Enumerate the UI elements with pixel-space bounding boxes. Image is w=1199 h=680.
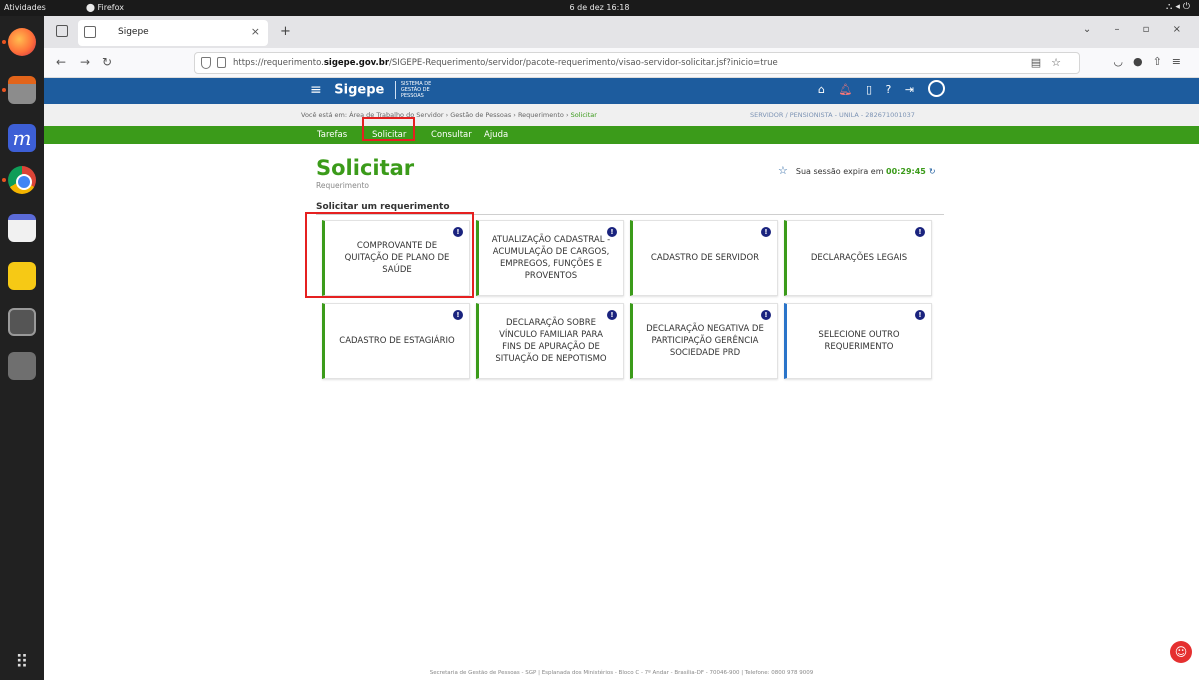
url-bar[interactable]: https://requerimento.sigepe.gov.br/SIGEP… xyxy=(194,52,1080,74)
hamburger-menu-icon[interactable]: ≡ xyxy=(1172,55,1191,68)
show-apps-icon[interactable]: ⠿ xyxy=(10,652,34,676)
info-icon[interactable]: ! xyxy=(761,310,771,320)
usb-drive-icon[interactable] xyxy=(8,308,36,336)
back-icon[interactable]: ← xyxy=(56,55,66,69)
card-label: CADASTRO DE SERVIDOR xyxy=(650,253,760,263)
trash-icon[interactable] xyxy=(8,352,36,380)
breadcrumb: Você está em: Área de Trabalho do Servid… xyxy=(301,111,597,119)
browser-tab-sigepe[interactable]: Sigepe × xyxy=(78,20,268,46)
info-icon[interactable]: ! xyxy=(453,310,463,320)
info-icon[interactable]: ! xyxy=(761,227,771,237)
card-label: SELECIONE OUTRO REQUERIMENTO xyxy=(818,330,900,352)
annotation-highlight-box xyxy=(305,212,474,298)
mendeley-icon[interactable]: m xyxy=(8,124,36,152)
info-icon[interactable]: ! xyxy=(607,227,617,237)
document-icon[interactable]: ▯ xyxy=(866,83,872,96)
reader-view-icon[interactable]: ▤ xyxy=(1031,56,1051,69)
user-avatar-icon[interactable] xyxy=(927,79,945,97)
card-atualizacao-cadastral[interactable]: ATUALIZAÇÃO CADASTRAL - ACUMULAÇÃO DE CA… xyxy=(476,220,624,296)
url-actions[interactable]: ▤☆ xyxy=(1031,56,1071,69)
firefox-icon[interactable] xyxy=(8,28,36,56)
page-footer: Secretaria de Gestão de Pessoas - SGP | … xyxy=(429,670,814,676)
url-text[interactable]: https://requerimento.sigepe.gov.br/SIGEP… xyxy=(233,58,778,68)
toolbar-right[interactable]: ◡●⇧≡ xyxy=(1113,55,1191,68)
browser-nav-bar: ← → ↻ https://requerimento.sigepe.gov.br… xyxy=(44,48,1199,78)
card-selecione-outro[interactable]: SELECIONE OUTRO REQUERIMENTO ! xyxy=(784,303,932,379)
tab-list-icon[interactable] xyxy=(56,25,68,37)
section-title: Solicitar um requerimento xyxy=(316,202,450,212)
logout-icon[interactable]: ⇥ xyxy=(905,83,914,96)
network-icon: ⛬ xyxy=(1166,2,1176,12)
menu-ajuda[interactable]: Ajuda xyxy=(484,130,508,140)
lock-icon[interactable] xyxy=(217,57,226,68)
power-icon: ⏻ xyxy=(1182,2,1193,12)
new-tab-button[interactable]: + xyxy=(280,24,291,39)
breadcrumb-bar: Você está em: Área de Trabalho do Servid… xyxy=(44,104,1199,126)
reload-icon[interactable]: ↻ xyxy=(102,55,112,69)
header-icons: ⌂ 🔔︎ ▯ ? ⇥ xyxy=(818,79,955,97)
card-label: CADASTRO DE ESTAGIÁRIO xyxy=(339,336,455,346)
annotation-highlight-box xyxy=(362,117,415,141)
running-indicator xyxy=(2,178,6,182)
forward-icon[interactable]: → xyxy=(80,55,90,69)
card-declaracao-nepotismo[interactable]: DECLARAÇÃO SOBRE VÍNCULO FAMILIAR PARA F… xyxy=(476,303,624,379)
refresh-session-icon[interactable]: ↻ xyxy=(929,167,936,176)
session-time: 00:29:45 xyxy=(886,167,926,176)
card-cadastro-estagiario[interactable]: CADASTRO DE ESTAGIÁRIO ! xyxy=(322,303,470,379)
system-tray[interactable]: ⛬◂⏻ xyxy=(1166,2,1193,12)
menu-icon[interactable]: ≡ xyxy=(310,82,322,98)
calendar-icon[interactable] xyxy=(8,214,36,242)
chat-assistant-icon[interactable]: ☺ xyxy=(1170,641,1192,663)
brand-subtitle: SISTEMA DE GESTÃO DE PESSOAS xyxy=(394,81,435,99)
session-timer: ☆ Sua sessão expira em 00:29:45 ↻ xyxy=(778,164,936,177)
card-label: DECLARAÇÕES LEGAIS xyxy=(810,253,908,263)
card-declaracoes-legais[interactable]: DECLARAÇÕES LEGAIS ! xyxy=(784,220,932,296)
info-icon[interactable]: ! xyxy=(607,310,617,320)
tracking-shield-icon[interactable] xyxy=(201,57,211,69)
menu-tarefas[interactable]: Tarefas xyxy=(317,130,347,140)
close-tab-icon[interactable]: × xyxy=(251,25,260,38)
chrome-icon[interactable] xyxy=(8,166,36,194)
calculator-icon[interactable] xyxy=(8,262,36,290)
card-cadastro-servidor[interactable]: CADASTRO DE SERVIDOR ! xyxy=(630,220,778,296)
system-clock[interactable]: 6 de dez 16:18 xyxy=(0,3,1199,12)
system-top-bar: Atividades ⬤ Firefox 6 de dez 16:18 ⛬◂⏻ xyxy=(0,0,1199,16)
browser-tab-bar: Sigepe × + ⌄ – ▫ × xyxy=(44,16,1199,48)
notification-bell-icon[interactable]: 🔔︎ xyxy=(838,83,852,96)
brand-name: Sigepe xyxy=(334,82,385,98)
tab-title: Sigepe xyxy=(118,27,149,37)
user-role[interactable]: SERVIDOR / PENSIONISTA - UNILA - 2826710… xyxy=(750,111,915,119)
files-icon[interactable] xyxy=(8,76,36,104)
favorite-star-icon[interactable]: ☆ xyxy=(778,164,788,177)
card-label: ATUALIZAÇÃO CADASTRAL - ACUMULAÇÃO DE CA… xyxy=(491,235,611,281)
card-declaracao-negativa[interactable]: DECLARAÇÃO NEGATIVA DE PARTICIPAÇÃO GERÊ… xyxy=(630,303,778,379)
volume-icon: ◂ xyxy=(1175,2,1183,12)
menu-consultar[interactable]: Consultar xyxy=(431,130,472,140)
home-icon[interactable]: ⌂ xyxy=(818,83,825,96)
session-label: Sua sessão expira em xyxy=(795,167,884,176)
account-icon[interactable]: ● xyxy=(1133,55,1153,68)
pocket-icon[interactable]: ◡ xyxy=(1113,55,1133,68)
info-icon[interactable]: ! xyxy=(915,227,925,237)
sigepe-logo[interactable]: ≡ Sigepe SISTEMA DE GESTÃO DE PESSOAS xyxy=(310,81,435,99)
dock: m ⠿ xyxy=(0,16,44,680)
sigepe-header: ≡ Sigepe SISTEMA DE GESTÃO DE PESSOAS ⌂ … xyxy=(44,78,1199,104)
info-icon[interactable]: ! xyxy=(915,310,925,320)
window-controls[interactable]: ⌄ – ▫ × xyxy=(1083,24,1191,35)
help-icon[interactable]: ? xyxy=(886,83,892,96)
running-indicator xyxy=(2,88,6,92)
extensions-icon[interactable]: ⇧ xyxy=(1153,55,1172,68)
page-icon xyxy=(84,26,96,38)
breadcrumb-current: Solicitar xyxy=(570,111,597,119)
page-title: Solicitar xyxy=(316,156,415,180)
main-menu: Tarefas Solicitar Consultar Ajuda xyxy=(44,117,1199,144)
breadcrumb-prefix: Você está em: xyxy=(301,111,348,119)
bookmark-star-icon[interactable]: ☆ xyxy=(1051,56,1071,69)
card-label: DECLARAÇÃO SOBRE VÍNCULO FAMILIAR PARA F… xyxy=(495,318,607,364)
card-label: DECLARAÇÃO NEGATIVA DE PARTICIPAÇÃO GERÊ… xyxy=(646,324,764,358)
page-subtitle: Requerimento xyxy=(316,181,369,190)
running-indicator xyxy=(2,40,6,44)
